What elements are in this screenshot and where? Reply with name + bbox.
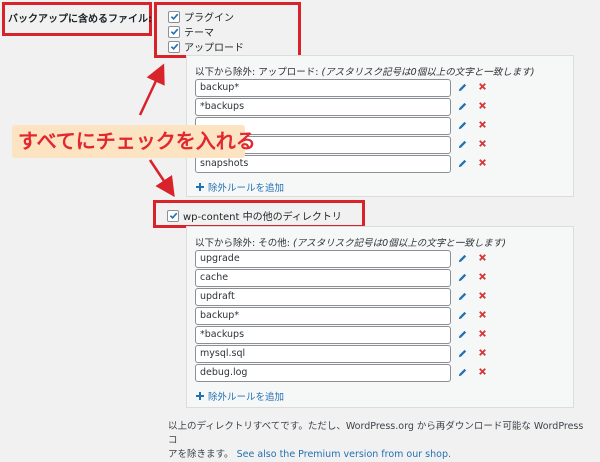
pencil-icon[interactable] bbox=[457, 82, 468, 93]
others-exclude-title: 以下から除外: その他: (アスタリスク記号は0個以上の文字と一致します) bbox=[195, 238, 506, 249]
arrow-to-other-dirs bbox=[148, 159, 175, 198]
delete-icon[interactable] bbox=[477, 119, 488, 130]
exclude-field[interactable]: mysql.sql bbox=[195, 345, 451, 363]
delete-icon[interactable] bbox=[477, 252, 488, 263]
checkbox-themes[interactable] bbox=[168, 25, 180, 38]
pencil-icon[interactable] bbox=[457, 367, 468, 378]
others-exclude-panel: 以下から除外: その他: (アスタリスク記号は0個以上の文字と一致します) up… bbox=[186, 226, 574, 408]
pencil-icon[interactable] bbox=[457, 348, 468, 359]
pencil-icon[interactable] bbox=[457, 291, 468, 302]
delete-icon[interactable] bbox=[477, 138, 488, 149]
checkbox-uploads-label: アップロード bbox=[184, 43, 244, 54]
arrow-to-include-options bbox=[138, 63, 165, 116]
delete-icon[interactable] bbox=[477, 271, 488, 282]
delete-icon[interactable] bbox=[477, 81, 488, 92]
exclude-field[interactable]: debug.log bbox=[195, 364, 451, 382]
uploads-exclude-title: 以下から除外: アップロード: (アスタリスク記号は0個以上の文字と一致します) bbox=[195, 67, 535, 78]
checkmark-icon bbox=[169, 212, 177, 220]
pencil-icon[interactable] bbox=[457, 139, 468, 150]
directories-note: 以上のディレクトリすべてです。ただし、WordPress.org から再ダウンロ… bbox=[168, 420, 588, 462]
exclude-field[interactable]: *backups bbox=[195, 326, 451, 344]
checkmark-icon bbox=[170, 43, 178, 51]
exclude-field[interactable]: backup* bbox=[195, 79, 451, 97]
add-exclusion-link-uploads[interactable]: 除外ルールを追加 bbox=[195, 180, 284, 194]
delete-icon[interactable] bbox=[477, 347, 488, 358]
checkmark-icon bbox=[170, 13, 178, 21]
checkmark-icon bbox=[170, 28, 178, 36]
checkbox-plugins-row[interactable]: プラグイン bbox=[168, 9, 234, 24]
checkbox-other-dirs-row[interactable]: wp-content 中の他のディレクトリ bbox=[167, 208, 342, 223]
pencil-icon[interactable] bbox=[457, 253, 468, 264]
pencil-icon[interactable] bbox=[457, 329, 468, 340]
pencil-icon[interactable] bbox=[457, 101, 468, 112]
checkbox-uploads-row[interactable]: アップロード bbox=[168, 39, 244, 54]
add-exclusion-link-others[interactable]: 除外ルールを追加 bbox=[195, 389, 284, 403]
delete-icon[interactable] bbox=[477, 290, 488, 301]
checkbox-other-dirs-label: wp-content 中の他のディレクトリ bbox=[183, 212, 342, 223]
exclude-field[interactable]: upgrade bbox=[195, 250, 451, 268]
directories-note-line1: 以上のディレクトリすべてです。ただし、WordPress.org から再ダウンロ… bbox=[168, 421, 584, 446]
exclude-field[interactable]: *backups bbox=[195, 98, 451, 116]
exclude-field[interactable]: cache bbox=[195, 269, 451, 287]
delete-icon[interactable] bbox=[477, 157, 488, 168]
plus-icon bbox=[196, 392, 204, 400]
delete-icon[interactable] bbox=[477, 100, 488, 111]
pencil-icon[interactable] bbox=[457, 120, 468, 131]
checkbox-plugins-label: プラグイン bbox=[184, 13, 234, 24]
delete-icon[interactable] bbox=[477, 328, 488, 339]
include-files-label: バックアップに含めるファイル: bbox=[8, 14, 152, 25]
pencil-icon[interactable] bbox=[457, 272, 468, 283]
delete-icon[interactable] bbox=[477, 366, 488, 377]
instruction-callout: すべてにチェックを入れる bbox=[12, 125, 256, 158]
checkbox-plugins[interactable] bbox=[168, 10, 180, 23]
plus-icon bbox=[196, 183, 204, 191]
premium-link[interactable]: See also the Premium version from our sh… bbox=[237, 449, 451, 460]
delete-icon[interactable] bbox=[477, 309, 488, 320]
checkbox-other-dirs[interactable] bbox=[167, 209, 179, 222]
checkbox-themes-row[interactable]: テーマ bbox=[168, 24, 214, 39]
pencil-icon[interactable] bbox=[457, 310, 468, 321]
checkbox-themes-label: テーマ bbox=[184, 28, 214, 39]
directories-note-line2: アを除きます。 See also the Premium version fro… bbox=[168, 449, 452, 460]
exclude-field[interactable]: updraft bbox=[195, 288, 451, 306]
exclude-field[interactable]: backup* bbox=[195, 307, 451, 325]
pencil-icon[interactable] bbox=[457, 158, 468, 169]
checkbox-uploads[interactable] bbox=[168, 40, 180, 53]
